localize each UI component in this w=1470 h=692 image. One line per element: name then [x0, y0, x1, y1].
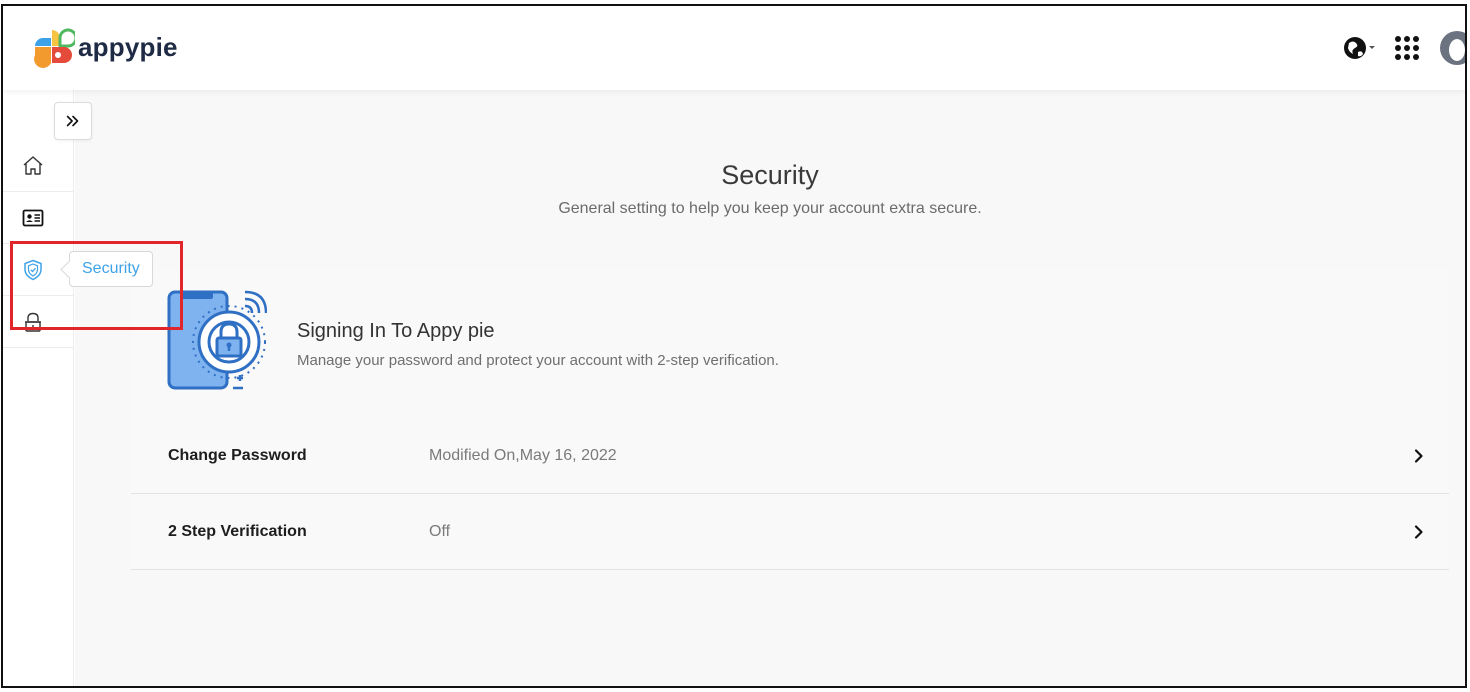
sidebar-item-profile[interactable] — [3, 192, 74, 244]
chevron-right-icon[interactable] — [1411, 448, 1427, 464]
sidebar-tooltip: Security — [69, 251, 153, 287]
home-icon — [23, 155, 43, 175]
two-step-verification-row[interactable]: 2 Step Verification Off — [131, 494, 1449, 570]
app-frame: appypie Security Security General settin… — [1, 4, 1467, 688]
top-header: appypie — [3, 6, 1465, 90]
appypie-logo-mark — [34, 28, 75, 68]
row-value: Modified On,May 16, 2022 — [429, 446, 617, 464]
sidebar-expand-button[interactable] — [54, 102, 92, 140]
sidebar-item-home[interactable] — [3, 140, 74, 192]
change-password-row[interactable]: Change Password Modified On,May 16, 2022 — [131, 418, 1449, 494]
id-card-icon — [22, 209, 44, 226]
sidebar — [3, 90, 92, 686]
row-label: 2 Step Verification — [168, 522, 307, 540]
shield-icon — [24, 259, 42, 280]
globe-icon[interactable] — [1339, 28, 1379, 68]
card-description: Manage your password and protect your ac… — [297, 352, 779, 369]
logo-text: appypie — [78, 31, 178, 62]
double-chevron-right-icon — [66, 115, 79, 127]
header-actions — [1339, 28, 1465, 68]
user-avatar[interactable] — [1437, 28, 1465, 68]
phone-lock-illustration — [167, 290, 268, 394]
lock-icon — [25, 312, 41, 332]
appypie-logo[interactable]: appypie — [29, 24, 178, 70]
page-title: Security — [721, 160, 819, 190]
card-title: Signing In To Appy pie — [297, 320, 495, 342]
sidebar-item-privacy[interactable] — [3, 296, 74, 348]
row-value: Off — [429, 522, 451, 540]
apps-grid-icon[interactable] — [1393, 34, 1421, 62]
row-label: Change Password — [168, 446, 307, 464]
signing-in-card: Signing In To Appy pie Manage your passw… — [131, 270, 1449, 570]
page-subtitle: General setting to help you keep your ac… — [558, 200, 982, 217]
main-content: Security General setting to help you kee… — [75, 90, 1465, 686]
chevron-right-icon[interactable] — [1411, 524, 1427, 540]
